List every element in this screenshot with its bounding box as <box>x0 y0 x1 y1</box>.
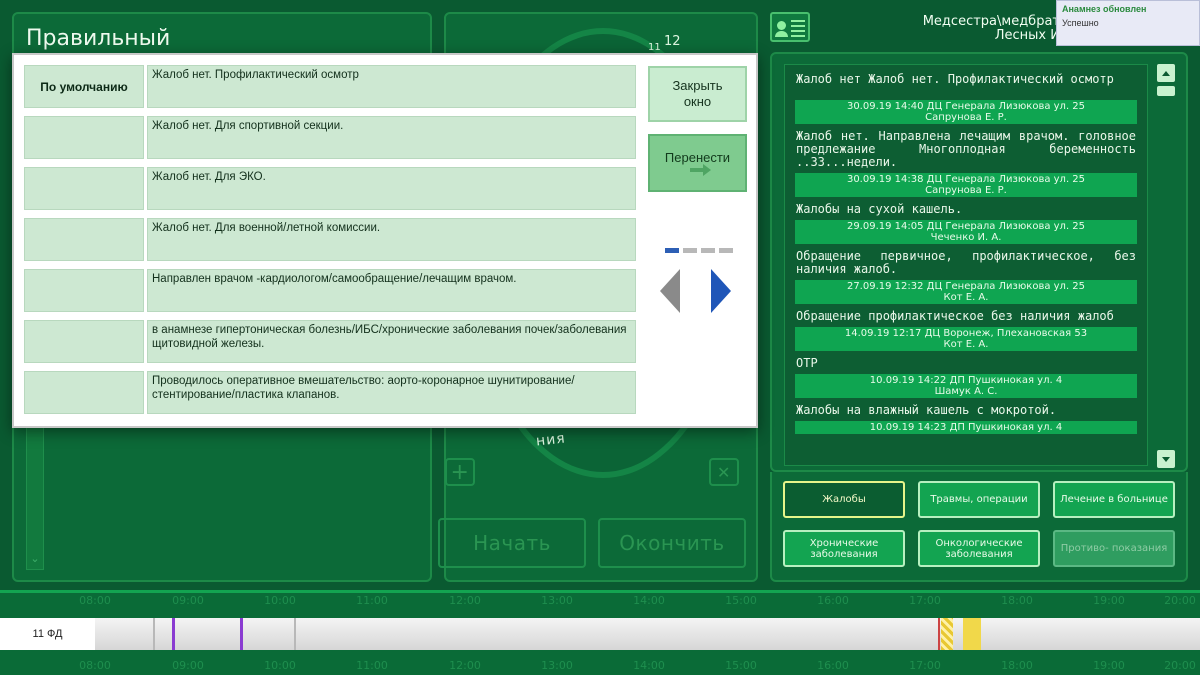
timeline-marker[interactable] <box>240 618 243 650</box>
history-scroll-up-button[interactable] <box>1157 64 1175 82</box>
template-text[interactable]: Жалоб нет. Профилактический осмотр <box>147 65 636 108</box>
template-row[interactable]: Жалоб нет. Для военной/летной комиссии. <box>24 218 636 261</box>
category-chronic-button[interactable]: Хронические заболевания <box>783 530 905 567</box>
timeline-room-label[interactable]: 11 ФД <box>0 618 95 650</box>
template-key[interactable] <box>24 269 144 312</box>
next-page-arrow-icon[interactable] <box>711 269 731 313</box>
add-button[interactable]: + <box>445 458 475 486</box>
history-entry[interactable]: Обращение первичное, профилактическое, б… <box>795 250 1137 304</box>
history-entry-text: Жалоб нет. Направлена лечащим врачом. го… <box>796 129 1136 169</box>
previous-page-arrow-icon[interactable] <box>660 269 680 313</box>
left-scroll-down-icon[interactable]: ⌄ <box>26 548 44 568</box>
category-contraindications-button: Противо- показания <box>1053 530 1175 567</box>
template-text[interactable]: Жалоб нет. Для военной/летной комиссии. <box>147 218 636 261</box>
page-dot <box>683 248 697 253</box>
history-entry[interactable]: Жалоб нет. Направлена лечащим врачом. го… <box>795 130 1137 197</box>
page-dot-active <box>665 248 679 253</box>
template-key[interactable] <box>24 218 144 261</box>
template-text[interactable]: Жалоб нет. Для спортивной секции. <box>147 116 636 159</box>
timeline-marker[interactable] <box>294 618 296 650</box>
arrow-right-icon-head <box>703 164 711 176</box>
timeline-marker[interactable] <box>938 618 940 650</box>
category-injuries-button[interactable]: Травмы, операции <box>918 481 1040 518</box>
category-hospital-button[interactable]: Лечение в больнице <box>1053 481 1175 518</box>
template-text[interactable]: Направлен врачом -кардиологом/самообраще… <box>147 269 636 312</box>
chevron-up-icon <box>1162 70 1170 76</box>
template-text[interactable]: в анамнезе гипертоническая болезнь/ИБС/х… <box>147 320 636 363</box>
history-list: Жалоб нет Жалоб нет. Профилактический ос… <box>784 64 1148 466</box>
template-text[interactable]: Жалоб нет. Для ЭКО. <box>147 167 636 210</box>
template-key[interactable] <box>24 167 144 210</box>
template-row[interactable]: Жалоб нет. Для ЭКО. <box>24 167 636 210</box>
history-entry-text: Жалобы на влажный кашель с мокротой. <box>796 403 1057 417</box>
transfer-label: Перенести <box>664 150 731 165</box>
template-row[interactable]: в анамнезе гипертоническая болезнь/ИБС/х… <box>24 320 636 363</box>
timeline-track[interactable] <box>95 618 1200 650</box>
history-scroll-down-button[interactable] <box>1157 450 1175 468</box>
history-entry-text: Обращение профилактическое без наличия ж… <box>796 309 1114 323</box>
header-location: Лесных И <box>994 28 1060 43</box>
page-dot <box>701 248 715 253</box>
timeline-block[interactable] <box>941 618 953 650</box>
remove-button[interactable]: ✕ <box>709 458 739 486</box>
timeline-hours-bottom: 08:00 09:00 10:00 11:00 12:00 13:00 14:00 15:00… <box>79 659 1196 672</box>
clock-number-11: 11 <box>648 42 661 53</box>
close-icon: ✕ <box>717 462 731 482</box>
history-entry-meta: 14.09.19 12:17 ДЦ Воронеж, Плехановская … <box>795 327 1137 351</box>
template-row[interactable]: Направлен врачом -кардиологом/самообраще… <box>24 269 636 312</box>
history-entry[interactable]: Жалоб нет Жалоб нет. Профилактический ос… <box>795 71 1137 124</box>
history-entry-text: ОТР <box>796 356 818 370</box>
transfer-button[interactable]: Перенести <box>648 134 747 192</box>
history-entry-meta: 10.09.19 14:22 ДП Пушкинокая ул. 4 Шамук … <box>795 374 1137 398</box>
timeline-block[interactable] <box>963 618 981 650</box>
template-key[interactable] <box>24 116 144 159</box>
timeline-marker[interactable] <box>172 618 175 650</box>
chevron-down-icon <box>1162 456 1170 462</box>
clock-number-12: 12 <box>664 34 681 49</box>
default-label[interactable]: По умолчанию <box>24 65 144 108</box>
template-row[interactable]: Проводилось оперативное вмешательство: а… <box>24 371 636 414</box>
history-entry-meta: 30.09.19 14:40 ДЦ Генерала Лизюкова ул. … <box>795 100 1137 124</box>
history-entry-meta: 29.09.19 14:05 ДЦ Генерала Лизюкова ул. … <box>795 220 1137 244</box>
history-entry-meta: 30.09.19 14:38 ДЦ Генерала Лизюкова ул. … <box>795 173 1137 197</box>
timeline-marker[interactable] <box>153 618 155 650</box>
category-oncology-button[interactable]: Онкологические заболевания <box>918 530 1040 567</box>
template-row[interactable]: Жалоб нет. Для спортивной секции. <box>24 116 636 159</box>
header-role: Медсестра\медбрат <box>922 14 1060 29</box>
toast-status: Успешно <box>1062 18 1099 28</box>
profile-card-icon[interactable] <box>770 12 810 42</box>
history-entry-meta: 10.09.19 14:23 ДП Пушкинокая ул. 4 <box>795 421 1137 434</box>
template-key[interactable] <box>24 371 144 414</box>
history-entry-text: Жалобы на сухой кашель. <box>796 202 963 216</box>
timeline-hours-top: 08:00 09:00 10:00 11:00 12:00 13:00 14:00 15:00… <box>79 594 1196 607</box>
history-scroll-thumb[interactable] <box>1157 86 1175 96</box>
finish-button[interactable]: Окончить <box>598 518 746 568</box>
history-entry-meta: 27.09.19 12:32 ДЦ Генерала Лизюкова ул. … <box>795 280 1137 304</box>
history-entry-text: Жалоб нет Жалоб нет. Профилактический ос… <box>796 72 1114 86</box>
page-dot <box>719 248 733 253</box>
template-picker-modal: По умолчанию Жалоб нет. Профилактический… <box>12 53 758 428</box>
close-window-button[interactable]: Закрыть окно <box>648 66 747 122</box>
template-text[interactable]: Проводилось оперативное вмешательство: а… <box>147 371 636 414</box>
history-entry[interactable]: Жалобы на сухой кашель. 29.09.19 14:05 Д… <box>795 203 1137 244</box>
history-entry[interactable]: ОТР 10.09.19 14:22 ДП Пушкинокая ул. 4 Ша… <box>795 357 1137 398</box>
history-entry[interactable]: Жалобы на влажный кашель с мокротой. 10.… <box>795 404 1137 434</box>
template-row[interactable]: По умолчанию Жалоб нет. Профилактический… <box>24 65 636 108</box>
page-title: Правильный <box>26 26 171 51</box>
dial-label-partial: ния <box>535 430 567 450</box>
start-button[interactable]: Начать <box>438 518 586 568</box>
template-key[interactable] <box>24 320 144 363</box>
history-entry-text: Обращение первичное, профилактическое, б… <box>796 249 1136 276</box>
history-entry[interactable]: Обращение профилактическое без наличия ж… <box>795 310 1137 351</box>
category-complaints-button[interactable]: Жалобы <box>783 481 905 518</box>
arrow-right-icon <box>690 168 704 172</box>
page-indicator <box>665 248 735 254</box>
toast-title: Анамнез обновлен <box>1062 4 1147 14</box>
toast-notification: Анамнез обновлен Успешно <box>1056 0 1200 46</box>
plus-icon: + <box>450 459 470 485</box>
